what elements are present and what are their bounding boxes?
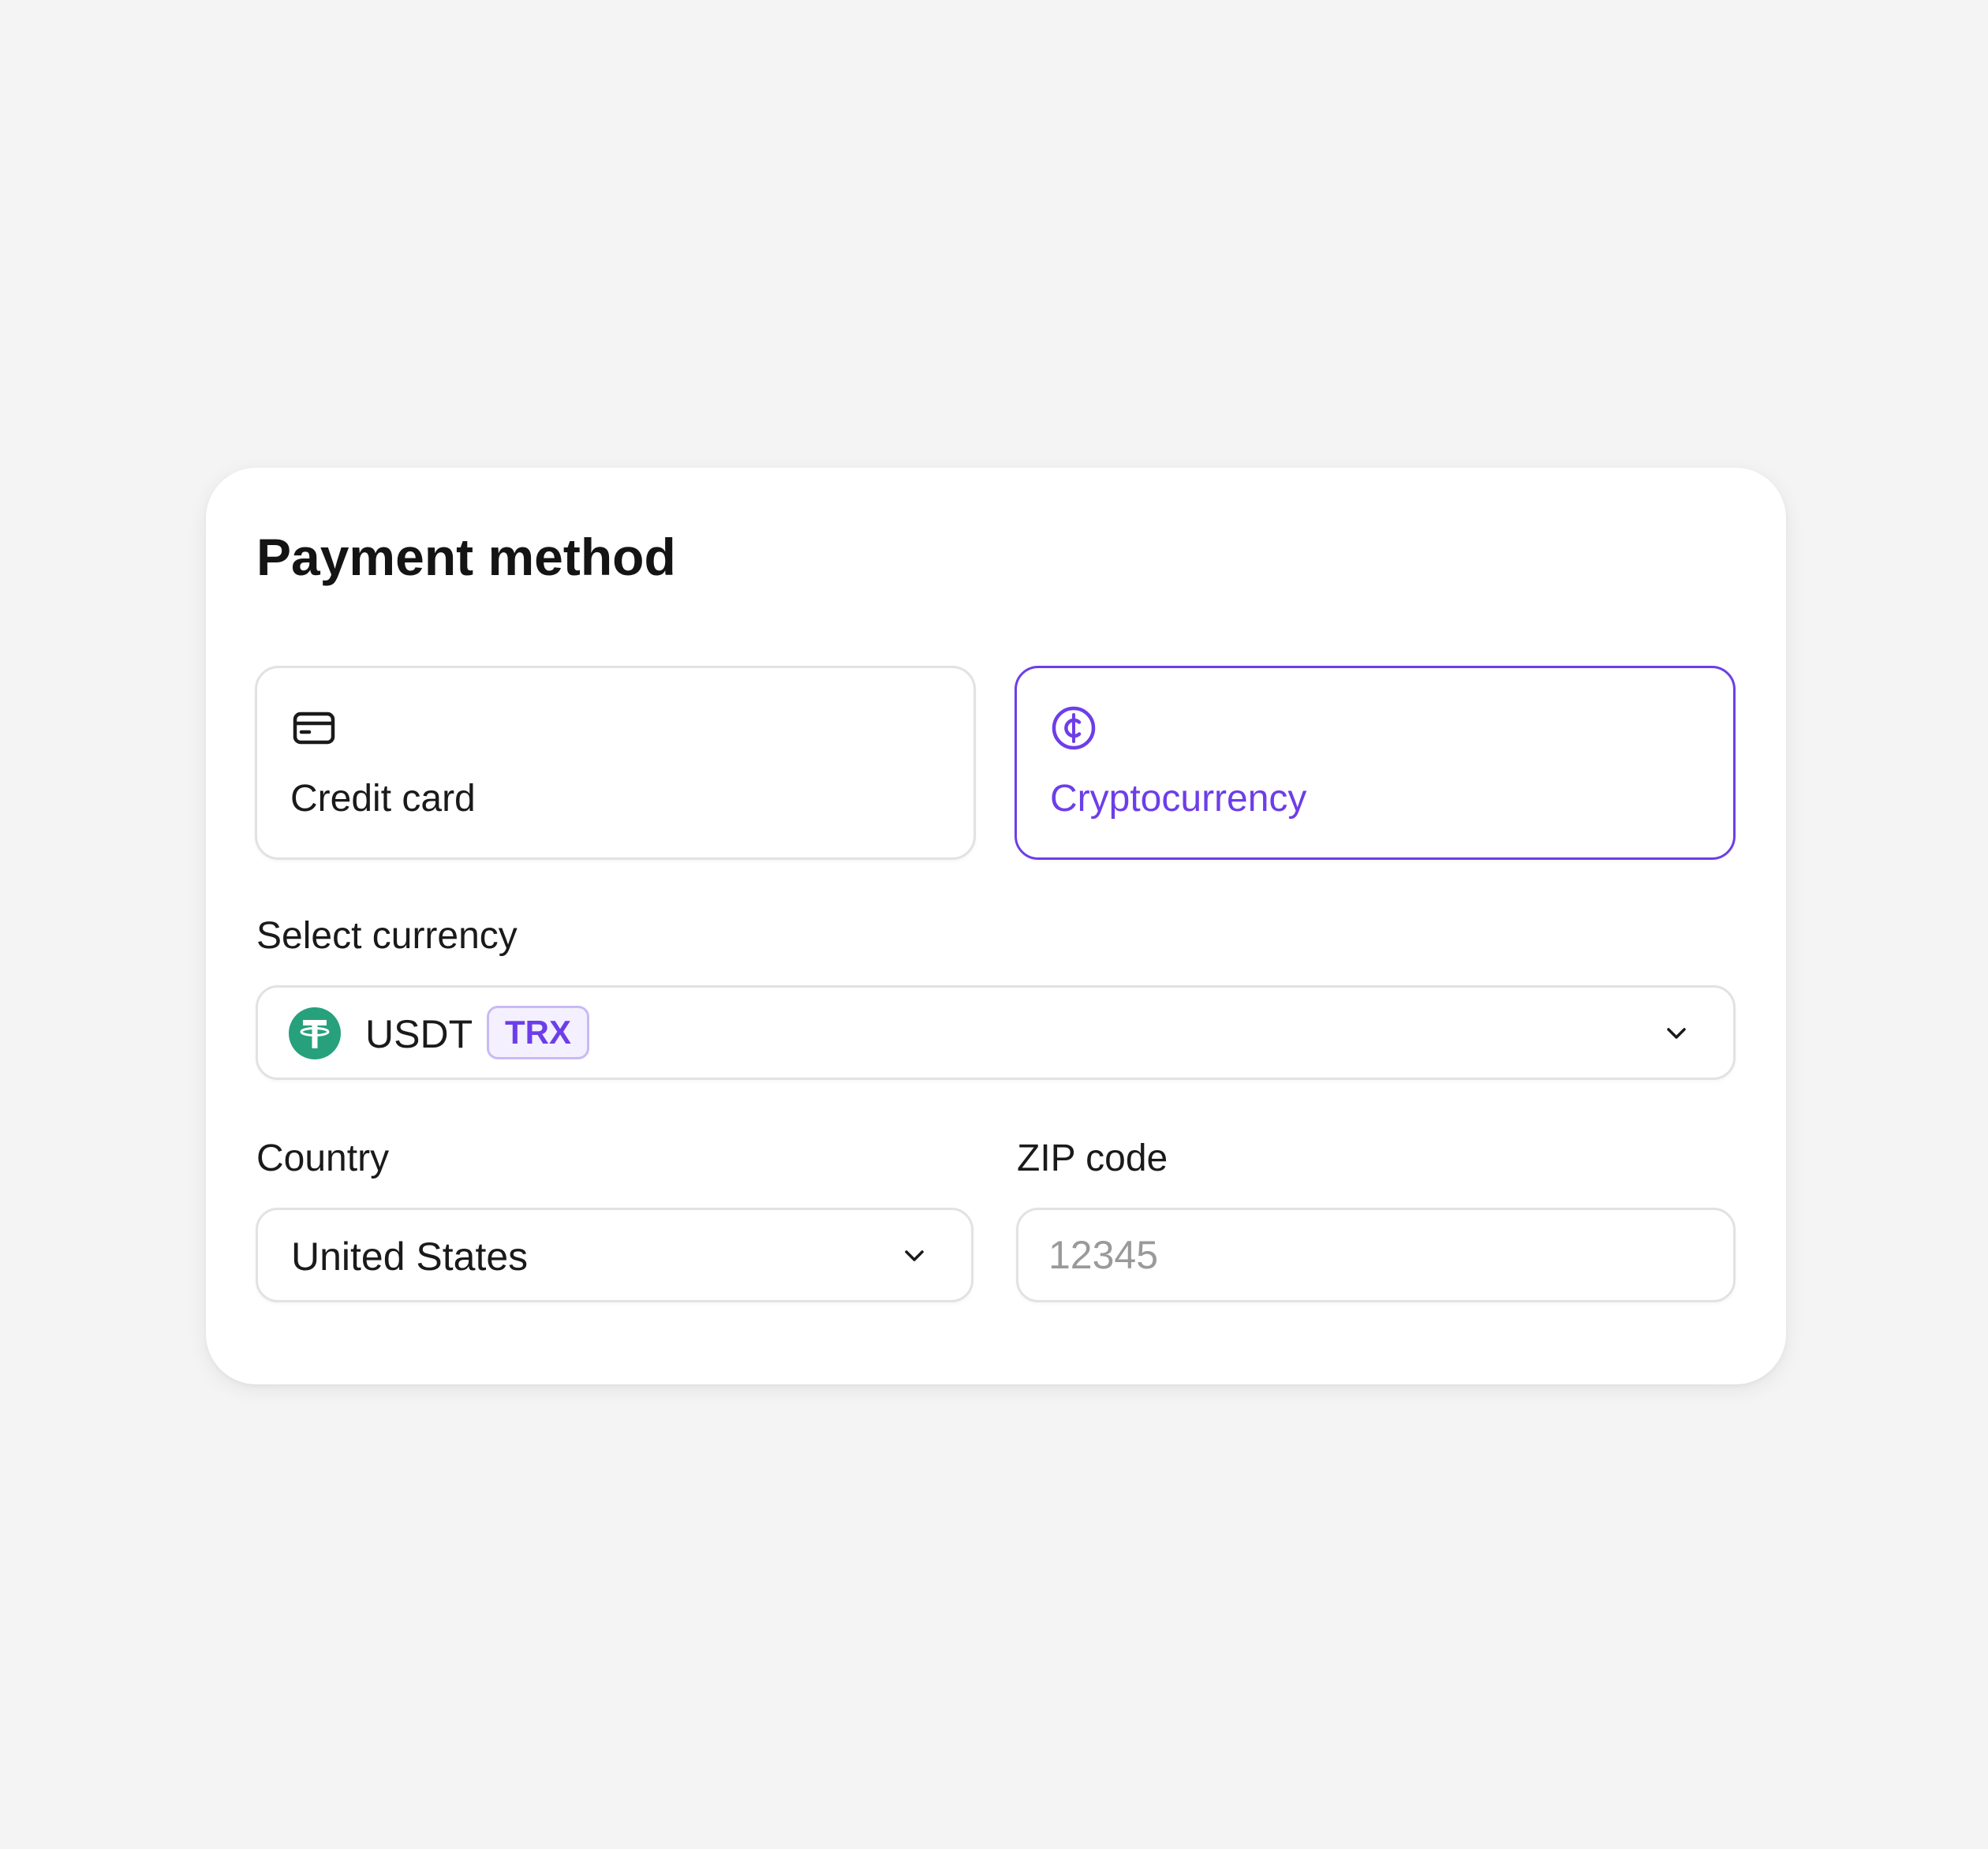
network-badge: TRX: [487, 1006, 589, 1059]
chevron-down-icon: [905, 1250, 924, 1261]
credit-card-icon: [293, 712, 335, 745]
currency-select[interactable]: USDT TRX: [256, 985, 1736, 1080]
country-label: Country: [256, 1137, 390, 1179]
currency-value: USDT: [365, 1012, 473, 1056]
cent-coin-icon: [1052, 706, 1096, 750]
chevron-down-icon: [1667, 1028, 1686, 1039]
payment-option-credit-card[interactable]: Credit card: [255, 666, 976, 860]
payment-method-card: Payment method Credit card Cryptocurrenc…: [206, 468, 1786, 1384]
zip-label: ZIP code: [1017, 1137, 1168, 1179]
payment-option-label: Credit card: [290, 778, 476, 820]
zip-input-box[interactable]: [1016, 1208, 1736, 1302]
tether-logo-icon: [289, 1007, 341, 1059]
country-select[interactable]: United States: [256, 1208, 973, 1302]
payment-option-label: Cryptocurrency: [1050, 778, 1307, 820]
zip-input[interactable]: [1048, 1226, 1695, 1284]
payment-option-cryptocurrency[interactable]: Cryptocurrency: [1015, 666, 1736, 860]
page-title: Payment method: [256, 528, 676, 586]
country-value: United States: [291, 1235, 529, 1279]
currency-label: Select currency: [256, 915, 518, 957]
